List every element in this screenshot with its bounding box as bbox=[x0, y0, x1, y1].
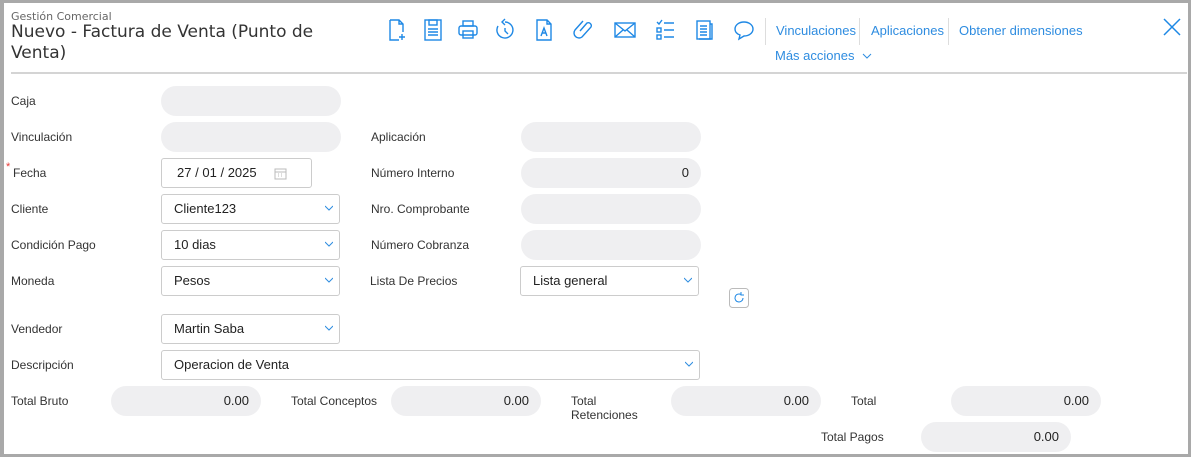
numero-cobranza-label: Número Cobranza bbox=[371, 238, 470, 252]
total-conceptos-label: Total Conceptos bbox=[291, 394, 378, 408]
caja-label: Caja bbox=[11, 94, 36, 108]
refresh-icon[interactable] bbox=[729, 288, 749, 308]
aplicaciones-link[interactable]: Aplicaciones bbox=[871, 23, 944, 38]
total-conceptos-field: 0.00 bbox=[391, 386, 541, 416]
vendedor-select[interactable]: Martin Saba bbox=[161, 314, 340, 344]
condicion-pago-select[interactable]: 10 dias bbox=[161, 230, 340, 260]
attach-icon[interactable] bbox=[572, 18, 596, 42]
history-icon[interactable] bbox=[493, 18, 517, 42]
total-bruto-field: 0.00 bbox=[111, 386, 261, 416]
lista-precios-label: Lista De Precios bbox=[370, 274, 458, 288]
descripcion-select[interactable]: Operacion de Venta bbox=[161, 350, 700, 380]
fecha-label: Fecha bbox=[13, 166, 47, 180]
header-divider bbox=[11, 72, 1187, 74]
moneda-label: Moneda bbox=[11, 274, 55, 288]
moneda-value: Pesos bbox=[174, 273, 211, 288]
cliente-select[interactable]: Cliente123 bbox=[161, 194, 340, 224]
moneda-select[interactable]: Pesos bbox=[161, 266, 340, 296]
new-document-icon[interactable] bbox=[385, 18, 409, 42]
more-actions-button[interactable]: Más acciones bbox=[775, 48, 872, 63]
chevron-down-icon bbox=[684, 277, 692, 283]
more-actions-label: Más acciones bbox=[775, 48, 855, 63]
total-label: Total bbox=[851, 394, 877, 408]
checklist-icon[interactable] bbox=[653, 18, 677, 42]
descripcion-label: Descripción bbox=[11, 358, 74, 372]
nro-comprobante-label: Nro. Comprobante bbox=[371, 202, 470, 216]
chevron-down-icon bbox=[325, 325, 333, 331]
total-bruto-label: Total Bruto bbox=[11, 394, 69, 408]
caja-field[interactable] bbox=[161, 86, 341, 116]
total-field: 0.00 bbox=[951, 386, 1101, 416]
nro-comprobante-field[interactable] bbox=[521, 194, 701, 224]
lista-precios-value: Lista general bbox=[533, 273, 608, 288]
cliente-value: Cliente123 bbox=[174, 201, 237, 216]
year: 2025 bbox=[227, 165, 257, 180]
total-pagos-field: 0.00 bbox=[921, 422, 1071, 452]
divider bbox=[765, 18, 766, 45]
chevron-down-icon bbox=[685, 361, 693, 367]
vendedor-label: Vendedor bbox=[11, 322, 63, 336]
divider bbox=[859, 18, 860, 45]
chevron-down-icon bbox=[325, 205, 333, 211]
comment-icon[interactable] bbox=[732, 18, 756, 42]
condicion-pago-value: 10 dias bbox=[174, 237, 216, 252]
invoice-window: Gestión Comercial Nuevo - Factura de Ven… bbox=[4, 3, 1188, 454]
close-icon[interactable] bbox=[1163, 18, 1181, 36]
descripcion-value: Operacion de Venta bbox=[174, 357, 289, 372]
save-icon[interactable] bbox=[421, 18, 445, 42]
chevron-down-icon bbox=[325, 241, 333, 247]
month: 01 bbox=[202, 165, 217, 180]
lista-precios-select[interactable]: Lista general bbox=[520, 266, 699, 296]
fecha-input[interactable]: 27 / 01 / 2025 bbox=[161, 158, 312, 188]
notes-icon[interactable] bbox=[692, 18, 716, 42]
obtener-dimensiones-link[interactable]: Obtener dimensiones bbox=[959, 23, 1083, 38]
chevron-down-icon bbox=[862, 53, 872, 59]
aplicacion-label: Aplicación bbox=[371, 130, 426, 144]
page-title: Nuevo - Factura de Venta (Punto de Venta… bbox=[11, 22, 314, 63]
text-document-icon[interactable] bbox=[532, 18, 556, 42]
total-pagos-label: Total Pagos bbox=[821, 430, 884, 444]
sep: / bbox=[195, 165, 199, 180]
day: 27 bbox=[177, 165, 192, 180]
chevron-down-icon bbox=[325, 277, 333, 283]
numero-interno-label: Número Interno bbox=[371, 166, 455, 180]
vinculaciones-link[interactable]: Vinculaciones bbox=[776, 23, 856, 38]
vinculacion-field[interactable] bbox=[161, 122, 341, 152]
vendedor-value: Martin Saba bbox=[174, 321, 245, 336]
divider bbox=[948, 18, 949, 45]
required-marker: * bbox=[6, 161, 11, 173]
mail-icon[interactable] bbox=[613, 18, 637, 42]
vinculacion-label: Vinculación bbox=[11, 130, 73, 144]
print-icon[interactable] bbox=[456, 18, 480, 42]
total-retenciones-label: Total Retenciones bbox=[571, 394, 638, 422]
aplicacion-field[interactable] bbox=[521, 122, 701, 152]
cliente-label: Cliente bbox=[11, 202, 49, 216]
sep: / bbox=[220, 165, 225, 180]
numero-interno-field[interactable]: 0 bbox=[521, 158, 701, 188]
calendar-icon[interactable] bbox=[274, 167, 287, 180]
numero-cobranza-field[interactable] bbox=[521, 230, 701, 260]
condicion-pago-label: Condición Pago bbox=[11, 238, 96, 252]
total-retenciones-field: 0.00 bbox=[671, 386, 821, 416]
